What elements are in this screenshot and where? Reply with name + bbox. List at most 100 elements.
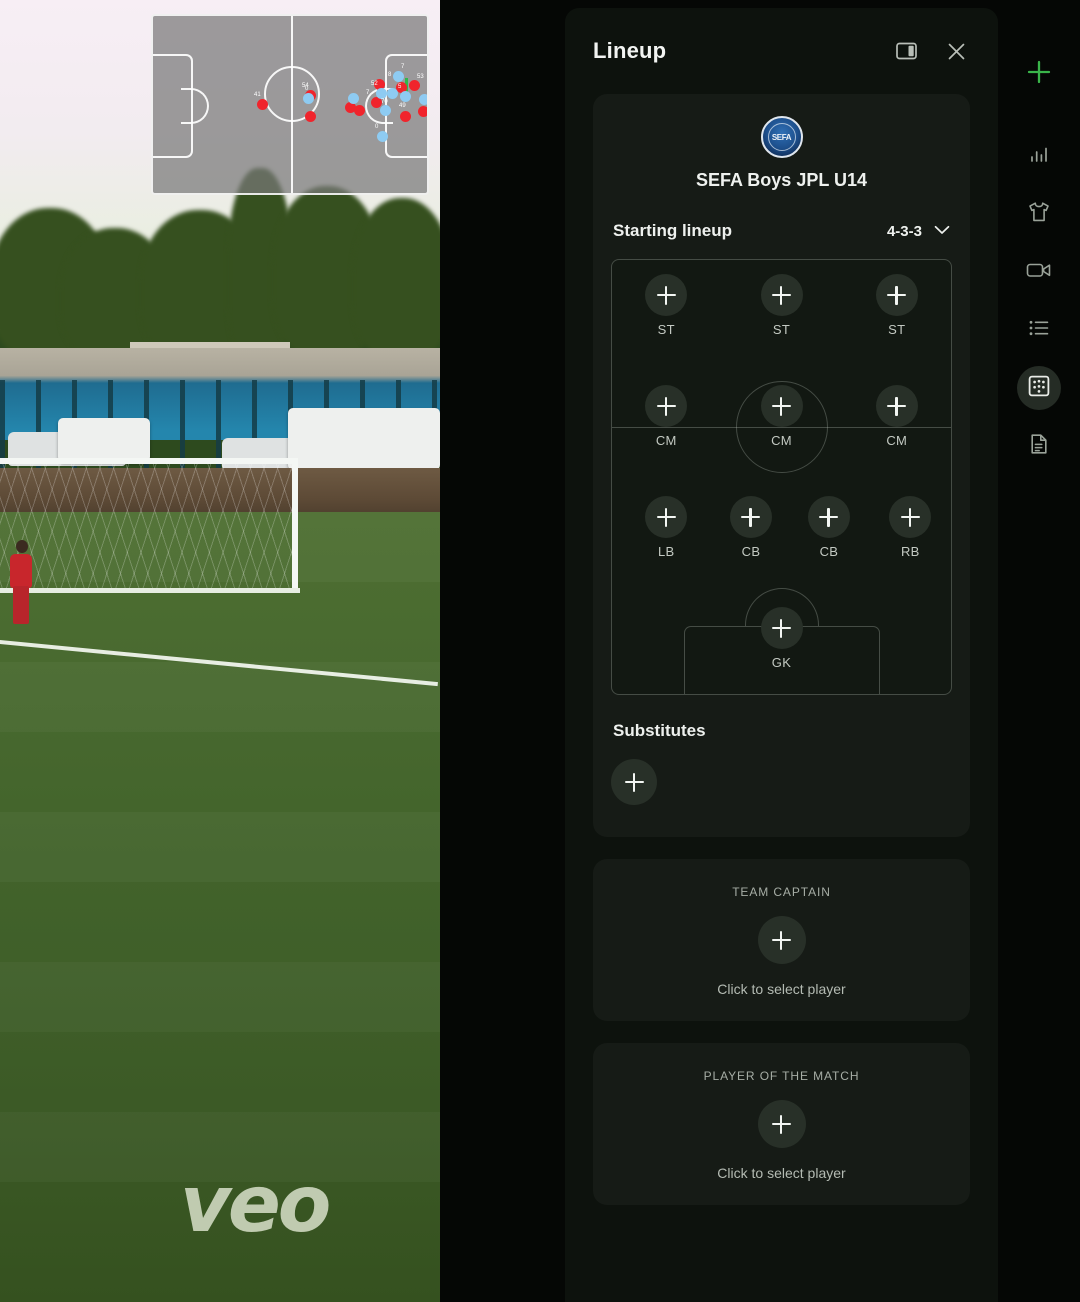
minimap-player-number: 7	[366, 90, 370, 96]
report-button[interactable]	[1017, 424, 1061, 468]
add-player-button[interactable]	[875, 274, 918, 316]
plus-icon	[887, 285, 907, 305]
list-icon	[1028, 319, 1050, 342]
select-team-captain-button[interactable]	[757, 916, 806, 964]
position-label: CM	[886, 433, 908, 448]
add-player-button[interactable]	[889, 496, 932, 538]
position-slot-cm-center[interactable]: CM	[760, 385, 803, 448]
position-label: CB	[741, 544, 761, 559]
position-slot-lb[interactable]: LB	[645, 496, 688, 559]
add-substitute-button[interactable]	[611, 759, 657, 805]
select-player-of-the-match-button[interactable]	[757, 1100, 806, 1148]
position-label: CB	[819, 544, 839, 559]
minimap-player-number: 7	[401, 64, 405, 70]
goal-line	[0, 588, 300, 593]
plus-icon	[819, 507, 839, 527]
minimap-player-number: 52	[371, 81, 378, 87]
close-icon[interactable]	[942, 37, 970, 65]
player-of-the-match-hint: Click to select player	[717, 1165, 846, 1181]
plus-icon	[624, 772, 644, 792]
position-label: CM	[771, 433, 792, 448]
position-label: ST	[772, 322, 791, 337]
formation-grid-icon	[1028, 375, 1050, 402]
tactical-minimap-overlay[interactable]: 41 54 0 52 7 8 7 53 70 49 5 0	[151, 14, 429, 195]
add-player-button[interactable]	[645, 274, 688, 316]
starting-lineup-label: Starting lineup	[613, 221, 732, 240]
chevron-down-icon	[934, 222, 950, 240]
minimap-player-number: 53	[417, 74, 424, 80]
player-of-the-match-card[interactable]: PLAYER OF THE MATCH Click to select play…	[593, 1043, 970, 1205]
add-player-button[interactable]	[760, 274, 803, 316]
events-button[interactable]	[1017, 308, 1061, 352]
add-icon	[1025, 58, 1053, 91]
formation-value: 4-3-3	[886, 222, 922, 240]
clips-button[interactable]	[1017, 250, 1061, 294]
formation-select[interactable]: 4-3-3	[887, 222, 950, 240]
position-label: ST	[657, 322, 675, 337]
sidebar-toggle-icon[interactable]	[892, 37, 920, 65]
add-player-button[interactable]	[760, 385, 803, 427]
plus-icon	[887, 396, 907, 416]
player-of-the-match-title: PLAYER OF THE MATCH	[703, 1069, 860, 1083]
parked-van	[58, 418, 150, 462]
position-slot-st-center[interactable]: ST	[760, 274, 803, 337]
position-label: CM	[655, 433, 677, 448]
minimap-player-number: 5	[398, 84, 402, 90]
position-label: ST	[888, 322, 906, 337]
match-video-player[interactable]: veo 41 54 0 52 7 8 7 53 70 49 5 0	[0, 0, 440, 1302]
position-label: LB	[657, 544, 675, 559]
add-player-button[interactable]	[760, 607, 803, 649]
minimap-player-number: 8	[388, 72, 392, 78]
page-title: Lineup	[593, 38, 667, 63]
position-slot-st-right[interactable]: ST	[875, 274, 918, 337]
substitutes-title: Substitutes	[613, 721, 706, 740]
team-captain-card[interactable]: TEAM CAPTAIN Click to select player	[593, 859, 970, 1021]
statistics-button[interactable]	[1017, 134, 1061, 178]
position-slot-cb-right[interactable]: CB	[807, 496, 850, 559]
position-slot-gk[interactable]: GK	[760, 607, 803, 670]
position-slot-rb[interactable]: RB	[889, 496, 932, 559]
plus-icon	[900, 507, 920, 527]
plus-icon	[656, 396, 676, 416]
plus-icon	[772, 1114, 791, 1134]
position-slot-cm-left[interactable]: CM	[645, 385, 688, 448]
position-slot-cb-left[interactable]: CB	[729, 496, 772, 559]
add-button[interactable]	[1017, 52, 1061, 96]
teams-button[interactable]	[1017, 192, 1061, 236]
minimap-player-number: 49	[399, 103, 406, 109]
player-on-pitch	[8, 540, 34, 628]
bar-chart-icon	[1029, 144, 1049, 169]
add-player-button[interactable]	[645, 496, 688, 538]
minimap-player-number: 0	[375, 124, 379, 130]
starting-lineup-row: Starting lineup 4-3-3	[611, 221, 952, 241]
team-crest-wrap: SEFA	[611, 116, 952, 158]
add-player-button[interactable]	[807, 496, 850, 538]
plus-icon	[741, 507, 761, 527]
parked-van	[288, 408, 440, 470]
panel-header: Lineup	[565, 8, 998, 94]
plus-icon	[772, 285, 791, 305]
team-name: SEFA Boys JPL U14	[695, 170, 868, 190]
veo-watermark: veo	[180, 1160, 331, 1250]
plus-icon	[772, 618, 791, 638]
lineup-button[interactable]	[1017, 366, 1061, 410]
formation-pitch: ST ST ST CM CM CM LB CB CB RB GK	[611, 259, 952, 695]
plus-icon	[772, 396, 791, 416]
add-player-button[interactable]	[875, 385, 918, 427]
minimap-player-number: 0	[305, 86, 309, 92]
plus-icon	[656, 507, 676, 527]
team-crest-icon: SEFA	[760, 116, 803, 158]
goal-frame	[0, 458, 298, 588]
video-camera-icon	[1026, 261, 1052, 284]
position-slot-st-left[interactable]: ST	[645, 274, 688, 337]
position-label: GK	[771, 655, 792, 670]
right-toolbar	[998, 0, 1080, 1302]
position-slot-cm-right[interactable]: CM	[875, 385, 918, 448]
plus-icon	[772, 930, 791, 950]
jersey-icon	[1027, 201, 1051, 228]
position-label: RB	[900, 544, 920, 559]
add-player-button[interactable]	[645, 385, 688, 427]
header-actions	[892, 37, 970, 65]
add-player-button[interactable]	[729, 496, 772, 538]
document-icon	[1029, 433, 1049, 460]
